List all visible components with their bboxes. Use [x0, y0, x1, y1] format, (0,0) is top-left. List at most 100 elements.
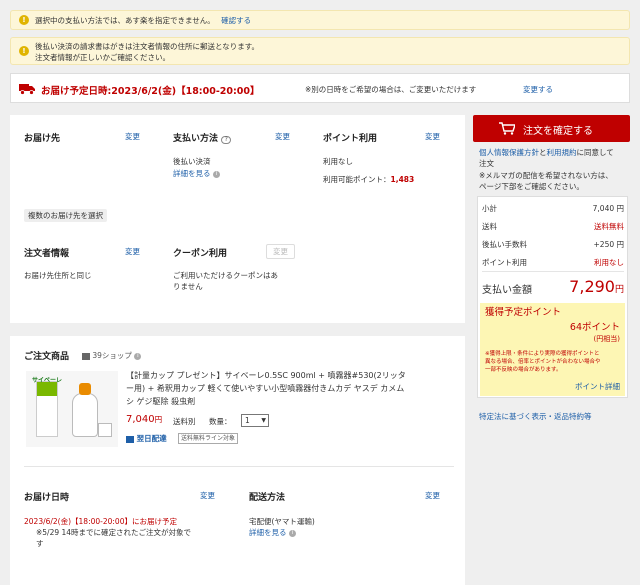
- subtotal-label: 小計: [482, 204, 497, 213]
- coupon-none-line1: ご利用いただけるクーポンはあ: [173, 271, 278, 280]
- quantity-label: 数量：: [209, 417, 232, 426]
- terms-agreement: 個人情報保護方針と利用規約に同意して 注文: [479, 147, 629, 169]
- next-day-text: 翌日配達: [136, 434, 167, 443]
- sprayer-cap: [79, 383, 91, 395]
- shop-name-text: 39ショップ: [92, 351, 132, 360]
- total-value: 7,290: [569, 277, 615, 296]
- info-icon: i: [212, 170, 220, 178]
- terms-link[interactable]: 利用規約: [547, 148, 577, 157]
- earned-points-title: 獲得予定ポイント: [485, 307, 562, 318]
- subtotal-value: 7,040 円: [592, 204, 624, 213]
- points-change-link[interactable]: 変更: [425, 131, 440, 142]
- multi-address-button[interactable]: 複数のお届け先を選択: [24, 209, 107, 222]
- shipping-change-link[interactable]: 変更: [125, 131, 140, 142]
- subtotal-row: 小計 7,040 円: [482, 203, 624, 214]
- product-image[interactable]: サイベーレ: [26, 371, 118, 447]
- product-price: 7,040円: [126, 414, 162, 425]
- points-details-link[interactable]: ポイント詳細: [575, 381, 620, 392]
- cart-icon: [499, 122, 515, 135]
- quantity-value: 1: [245, 416, 250, 425]
- next-day-icon: [126, 435, 134, 443]
- points-use-label: ポイント利用: [482, 258, 527, 267]
- quantity-select[interactable]: 1 ▼: [241, 414, 269, 427]
- invoice-notice-line1: 後払い決済の請求書はがきは注文者情報の住所に郵送となります。: [35, 42, 260, 51]
- terms-line2: 注文: [479, 159, 494, 168]
- payment-notice-text: 選択中の支払い方法では、あす楽を指定できません。: [35, 16, 215, 25]
- fee-row: 後払い手数料 +250 円: [482, 239, 624, 250]
- product-title-line1[interactable]: 【計量カップ プレゼント】サイベーレ0.5SC 900ml + 噴霧器#530(…: [126, 370, 406, 381]
- earned-points-note3: 一部不反映の場合があります。: [485, 367, 562, 373]
- warning-icon: !: [19, 46, 29, 56]
- payment-title: 支払い方法 ?: [173, 131, 232, 144]
- order-items-panel: ご注文商品 39ショップ i サイベーレ 【計量カップ プレゼント】サイベーレ0…: [10, 336, 465, 585]
- earned-points-value: 64ポイント: [569, 322, 620, 333]
- points-available-label: 利用可能ポイント：: [323, 175, 391, 184]
- points-row: ポイント利用 利用なし: [482, 257, 624, 268]
- orderer-change-link[interactable]: 変更: [125, 246, 140, 257]
- shipping-title: お届け先: [24, 134, 61, 144]
- earned-points-note2: 異なる場合、倍率とポイントが合わない場合や: [485, 359, 601, 365]
- shipping-fee-label: 送料別: [173, 417, 196, 426]
- shipping-row: 送料 送料無料: [482, 221, 624, 232]
- info-icon: i: [134, 352, 142, 360]
- warning-icon: !: [19, 15, 29, 25]
- delivery-date-change-link[interactable]: 変更: [200, 490, 215, 501]
- order-info-panel: お届け先 変更 複数のお届け先を選択 支払い方法 ? 変更 後払い決済 詳細を見…: [10, 115, 465, 323]
- product-title-line3[interactable]: シ ゲジ駆除 殺虫剤: [126, 396, 195, 407]
- delivery-datetime: お届け予定日時:2023/6/2(金)【18:00-20:00】: [41, 86, 260, 97]
- confirm-order-button[interactable]: 注文を確定する: [473, 115, 630, 142]
- product-title-line2[interactable]: ー用) + 希釈用カップ 軽くて使いやすい小型噴霧器付きムカデ ヤスデ カメム: [126, 383, 404, 394]
- fee-value: +250 円: [593, 240, 624, 249]
- invoice-notice: ! 後払い決済の請求書はがきは注文者情報の住所に郵送となります。 注文者情報が正…: [10, 37, 630, 65]
- confirm-link[interactable]: 確認する: [221, 16, 251, 25]
- payment-notice: ! 選択中の支払い方法では、あす楽を指定できません。 確認する: [10, 10, 630, 30]
- points-usage: 利用なし: [323, 157, 353, 166]
- delivery-method-change-link[interactable]: 変更: [425, 490, 440, 501]
- earned-points-equiv: (円相当): [593, 335, 620, 343]
- delivery-change-link[interactable]: 変更する: [523, 84, 553, 95]
- total-row: 支払い金額 7,290円: [482, 277, 624, 296]
- delivery-date-note1: ※5/29 14時までに確定されたご注文が対象で: [36, 528, 192, 537]
- shipping-label: 送料: [482, 222, 497, 231]
- divider: [482, 271, 624, 272]
- divider: [24, 466, 454, 467]
- newsletter-note: ※メルマガの配信を希望されない方は、 ページ下部をご確認ください。: [479, 170, 629, 192]
- total-amount: 7,290円: [569, 277, 624, 296]
- delivery-method-details-link[interactable]: 詳細を見る: [249, 528, 287, 537]
- delivery-method-value: 宅配便(ヤマト運輸): [249, 517, 315, 526]
- earned-points-box: 獲得予定ポイント 64ポイント (円相当) ※獲得上限・条件により実際の獲得ポイ…: [480, 303, 625, 396]
- info-icon: i: [288, 529, 296, 537]
- free-shipping-tag: 送料無料ライン対象: [178, 433, 239, 444]
- payment-details-link[interactable]: 詳細を見る: [173, 169, 211, 178]
- payment-title-text: 支払い方法: [173, 134, 219, 144]
- fee-label: 後払い手数料: [482, 240, 527, 249]
- payment-method: 後払い決済: [173, 157, 211, 166]
- confirm-order-label: 注文を確定する: [523, 126, 593, 137]
- earned-points-note1: ※獲得上限・条件により実際の獲得ポイントと: [485, 351, 600, 357]
- payment-details: 詳細を見る i: [173, 168, 220, 179]
- payment-change-link[interactable]: 変更: [275, 131, 290, 142]
- terms-rest: に同意して: [576, 148, 614, 157]
- chevron-down-icon: ▼: [261, 417, 266, 424]
- price-yen: 円: [154, 415, 163, 424]
- delivery-method-details: 詳細を見る i: [249, 527, 296, 538]
- price-value: 7,040: [126, 414, 155, 425]
- truck-icon: [19, 84, 35, 95]
- product-label: サイベーレ: [32, 377, 63, 384]
- delivery-method-title: 配送方法: [249, 493, 286, 503]
- privacy-policy-link[interactable]: 個人情報保護方針: [479, 148, 539, 157]
- invoice-notice-line2: 注文者情報が正しいかご確認ください。: [35, 53, 170, 62]
- points-available-value: 1,483: [390, 175, 415, 184]
- product-bottle: [36, 381, 58, 437]
- next-day-badge: 翌日配達: [126, 433, 167, 444]
- order-summary: 小計 7,040 円 送料 送料無料 後払い手数料 +250 円 ポイント利用 …: [477, 196, 628, 398]
- shop-name: 39ショップ i: [82, 350, 142, 361]
- delivery-date-note2: す: [36, 539, 44, 548]
- orderer-same-address: お届け先住所と同じ: [24, 271, 92, 280]
- help-icon[interactable]: ?: [221, 136, 232, 144]
- points-available: 利用可能ポイント：1,483: [323, 174, 414, 185]
- points-use-value: 利用なし: [594, 258, 624, 267]
- coupon-change-button[interactable]: 変更: [266, 244, 295, 259]
- delivery-change-note: ※別の日時をご希望の場合は、ご変更いただけます: [305, 85, 477, 94]
- legal-notice-link[interactable]: 特定法に基づく表示・返品特約等: [479, 411, 592, 422]
